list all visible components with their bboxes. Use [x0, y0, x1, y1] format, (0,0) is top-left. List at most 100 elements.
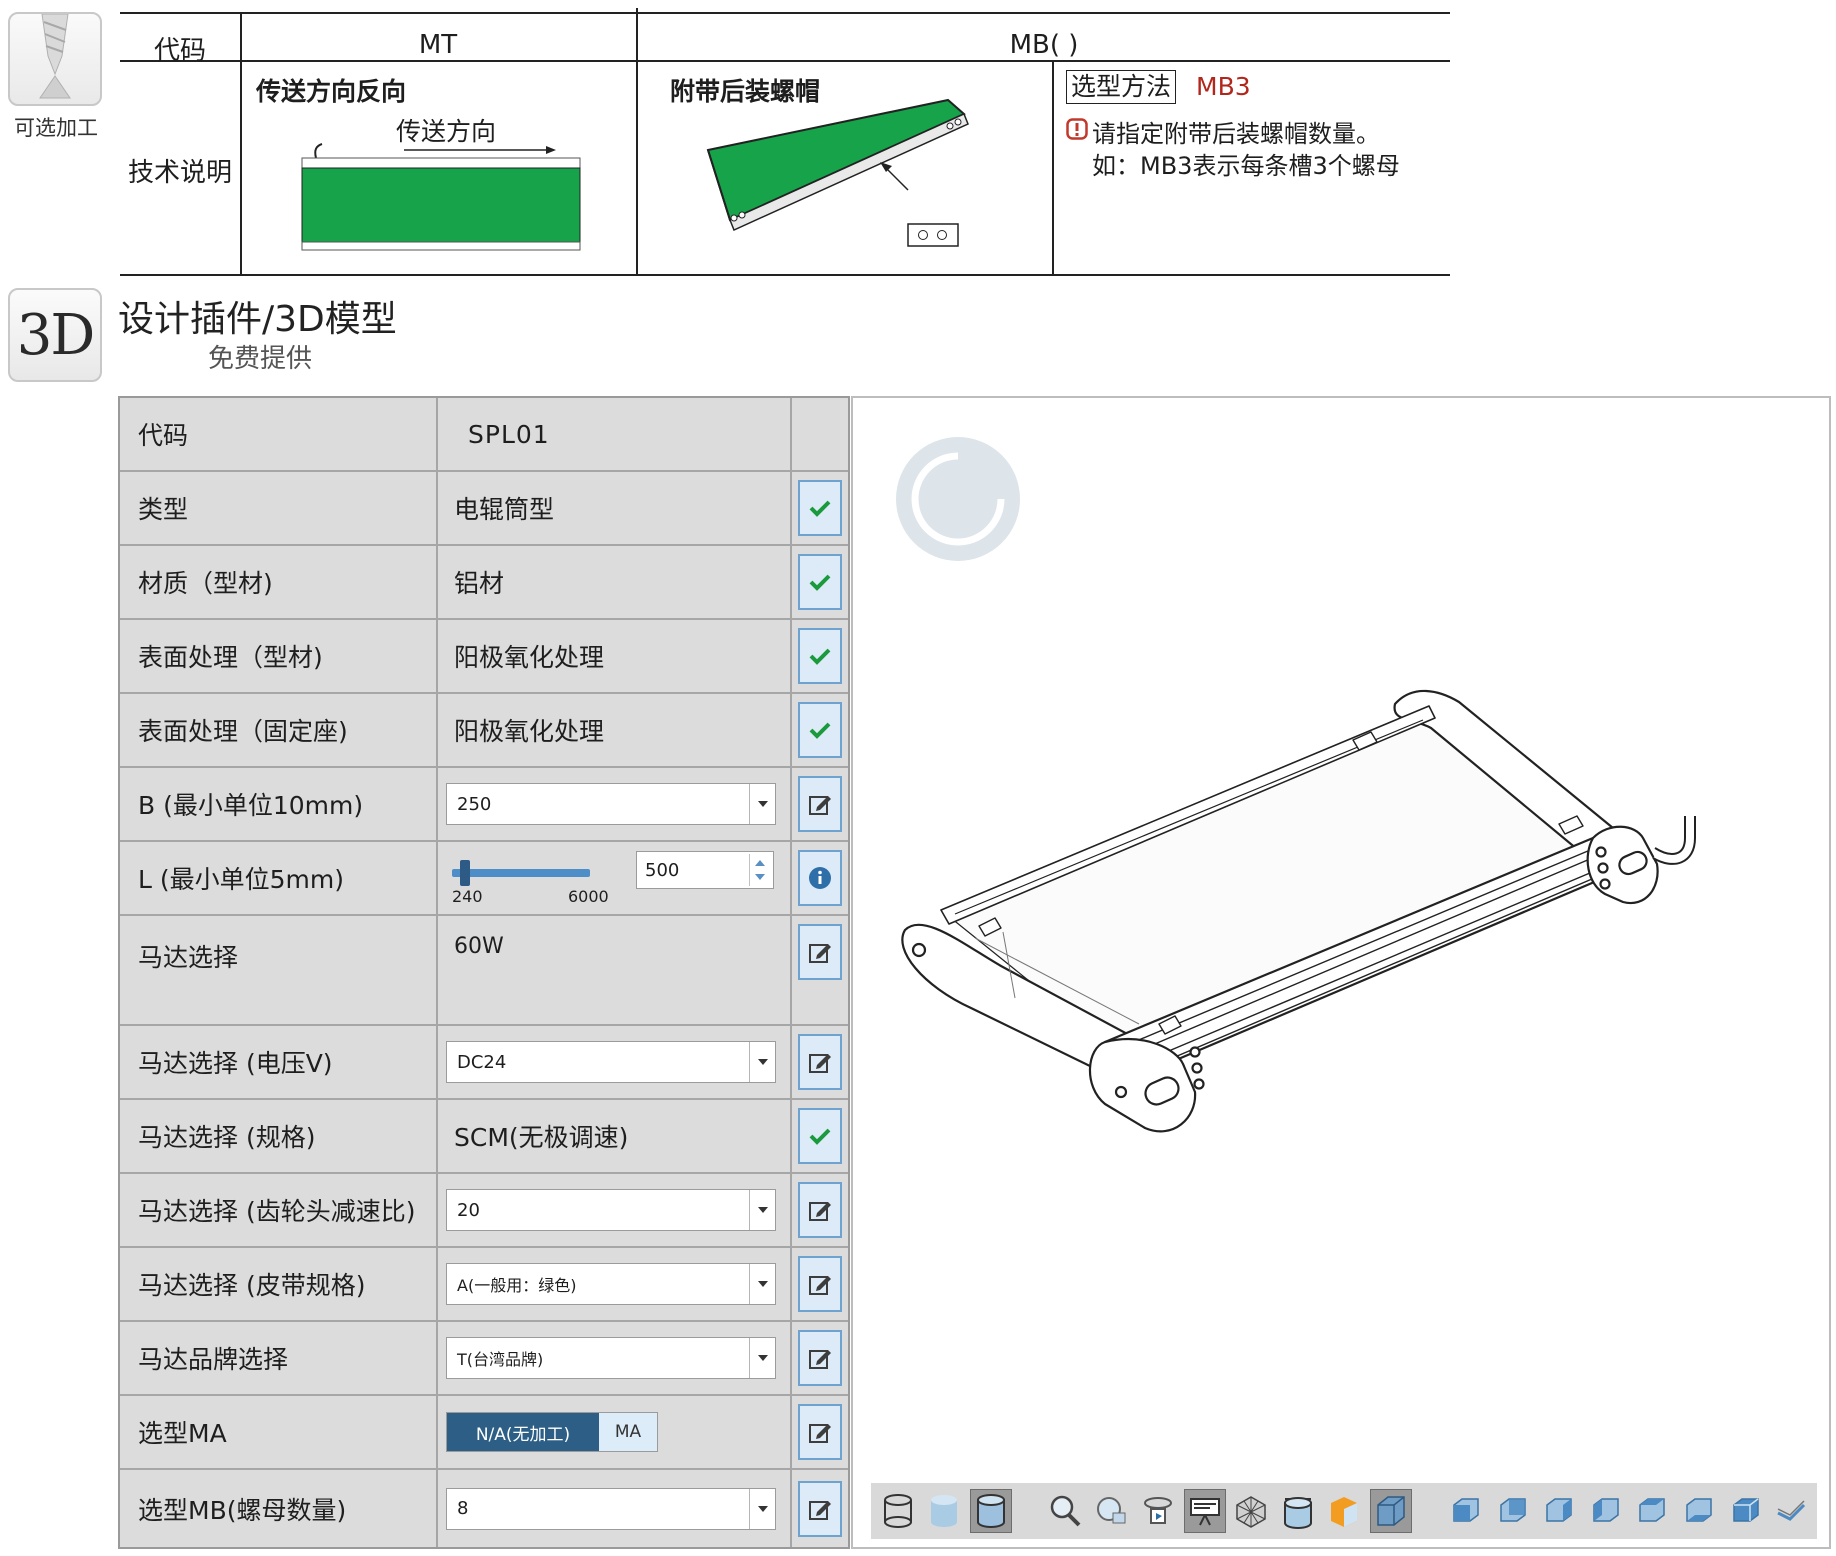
edit-button[interactable]	[798, 1404, 842, 1460]
row-value: 阳极氧化处理	[438, 620, 792, 692]
row-label: 马达选择 (齿轮头减速比)	[120, 1174, 438, 1246]
confirm-button[interactable]	[798, 480, 842, 536]
viewer-toolbar	[871, 1483, 1817, 1539]
view-right-icon[interactable]	[1584, 1489, 1626, 1533]
chevron-down-icon	[749, 784, 775, 824]
row-label: 材质（型材)	[120, 546, 438, 618]
note-line-2: 如：MB3表示每条槽3个螺母	[1092, 152, 1400, 180]
edit-button[interactable]	[798, 1256, 842, 1312]
check-icon	[809, 722, 831, 739]
info-button[interactable]	[798, 850, 842, 906]
mesh-icon[interactable]	[1231, 1489, 1273, 1533]
row-label: B (最小单位10mm)	[120, 768, 438, 840]
view-front-icon[interactable]	[1445, 1489, 1487, 1533]
edit-button[interactable]	[798, 1182, 842, 1238]
check-icon	[809, 574, 831, 591]
code-value: SPL01	[438, 398, 792, 470]
config-row-motor-spec: 马达选择 (规格) SCM(无极调速)	[120, 1100, 848, 1174]
ma-option-none[interactable]: N/A(无加工)	[447, 1413, 599, 1451]
select-method-label: 选型方法	[1066, 70, 1177, 104]
row-label: 选型MA	[120, 1396, 438, 1468]
edit-button[interactable]	[798, 776, 842, 832]
config-row-motor-voltage: 马达选择 (电压V) DC24	[120, 1026, 848, 1100]
row-value: 阳极氧化处理	[438, 694, 792, 766]
view-left-icon[interactable]	[1538, 1489, 1580, 1533]
config-row-width-b: B (最小单位10mm) 250	[120, 768, 848, 842]
ma-toggle: N/A(无加工) MA	[446, 1412, 658, 1452]
check-icon	[809, 500, 831, 517]
belt-spec-select[interactable]: A(一般用：绿色)	[446, 1263, 776, 1305]
slider-track[interactable]	[452, 869, 590, 877]
chevron-down-icon	[749, 1264, 775, 1304]
row-label: 类型	[120, 472, 438, 544]
row-value: 60W	[438, 916, 792, 1024]
confirm-button[interactable]	[798, 702, 842, 758]
width-b-select[interactable]: 250	[446, 783, 776, 825]
section-title: 设计插件/3D模型	[118, 299, 397, 340]
mt-belt-green	[301, 167, 581, 243]
zoom-icon[interactable]	[1044, 1489, 1086, 1533]
row-label: 马达选择 (皮带规格)	[120, 1248, 438, 1320]
edit-icon	[809, 1350, 831, 1369]
edit-button[interactable]	[798, 1480, 842, 1537]
spinner-arrows-icon[interactable]	[749, 854, 771, 886]
config-row-motor-brand: 马达品牌选择 T(台湾品牌)	[120, 1322, 848, 1396]
row-value: 铝材	[438, 546, 792, 618]
zoom-window-icon[interactable]	[1091, 1489, 1133, 1533]
row-label: 马达选择 (电压V)	[120, 1026, 438, 1098]
motor-voltage-select[interactable]: DC24	[446, 1041, 776, 1083]
slider-thumb[interactable]	[460, 860, 470, 886]
loading-spinner-icon	[896, 437, 1020, 561]
confirm-button[interactable]	[798, 1108, 842, 1164]
cylinder-solid-icon[interactable]	[924, 1489, 966, 1533]
hidden-lines-icon[interactable]	[1277, 1489, 1319, 1533]
note-line-1: 请指定附带后装螺帽数量。	[1092, 120, 1380, 148]
edit-icon	[809, 1054, 831, 1073]
config-row-type: 类型 电辊筒型	[120, 472, 848, 546]
chevron-down-icon	[749, 1488, 775, 1529]
presentation-icon[interactable]	[1184, 1489, 1226, 1533]
nut-quantity-select[interactable]: 8	[446, 1487, 776, 1530]
code-label: 代码	[120, 398, 438, 470]
gear-ratio-select[interactable]: 20	[446, 1189, 776, 1231]
config-row-material: 材质（型材) 铝材	[120, 546, 848, 620]
row-label: 表面处理（固定座)	[120, 694, 438, 766]
confirm-button[interactable]	[798, 554, 842, 610]
cylinder-wire-icon[interactable]	[877, 1489, 919, 1533]
edit-icon	[809, 944, 831, 963]
edit-icon	[809, 796, 831, 815]
edit-button[interactable]	[798, 924, 842, 980]
check-icon	[809, 648, 831, 665]
config-row-gear-ratio: 马达选择 (齿轮头减速比) 20	[120, 1174, 848, 1248]
orange-cube-icon[interactable]	[1324, 1489, 1366, 1533]
edit-icon	[809, 1424, 831, 1443]
confirm-button[interactable]	[798, 628, 842, 684]
measure-icon[interactable]	[1770, 1489, 1812, 1533]
section-cube-icon[interactable]	[1370, 1489, 1412, 1533]
config-row-surface-profile: 表面处理（型材) 阳极氧化处理	[120, 620, 848, 694]
motor-brand-select[interactable]: T(台湾品牌)	[446, 1337, 776, 1379]
cylinder-shaded-icon[interactable]	[970, 1489, 1012, 1533]
view-back-icon[interactable]	[1491, 1489, 1533, 1533]
edit-icon	[809, 1276, 831, 1295]
length-spinner-input[interactable]: 500	[636, 851, 774, 889]
chevron-down-icon	[749, 1338, 775, 1378]
section-subtitle: 免费提供	[208, 344, 313, 374]
view-bottom-icon[interactable]	[1677, 1489, 1719, 1533]
edit-button[interactable]	[798, 1330, 842, 1386]
machining-option-caption: 可选加工	[14, 116, 98, 140]
option-spec-table: 代码 MT MB( ) 技术说明 传送方向反向 传送方向 附带后装螺帽 选型方法…	[120, 8, 1450, 276]
row-label: 马达品牌选择	[120, 1322, 438, 1394]
config-row-option-mb: 选型MB(螺母数量) 8	[120, 1470, 848, 1547]
3d-model-viewer[interactable]	[851, 396, 1831, 1549]
3d-badge: 3D	[8, 288, 102, 382]
view-top-icon[interactable]	[1631, 1489, 1673, 1533]
select-method-value: MB3	[1196, 72, 1251, 101]
row-label: 马达选择	[120, 916, 438, 1024]
rotate-icon[interactable]	[1137, 1489, 1179, 1533]
mb-header: MB( )	[1009, 30, 1079, 60]
view-iso-icon[interactable]	[1724, 1489, 1766, 1533]
code-row: 代码 SPL01	[120, 398, 848, 472]
edit-button[interactable]	[798, 1034, 842, 1090]
ma-option-ma[interactable]: MA	[599, 1413, 657, 1451]
